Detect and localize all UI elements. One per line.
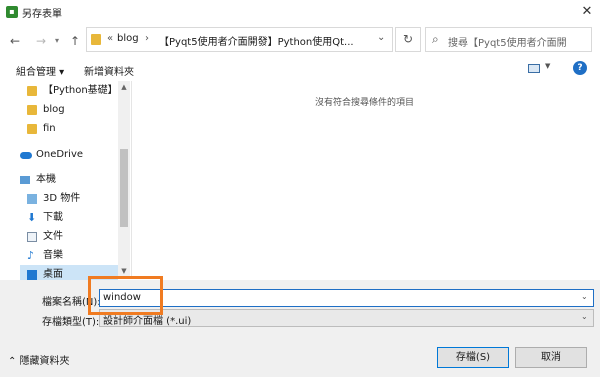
- refresh-button[interactable]: ↻: [395, 27, 421, 52]
- folder-icon: [91, 34, 101, 45]
- forward-arrow-icon[interactable]: →: [33, 33, 49, 49]
- desktop-icon: [27, 270, 37, 280]
- cloud-icon: [20, 152, 32, 159]
- search-icon: ⌕: [432, 32, 439, 46]
- breadcrumb-separator-icon[interactable]: ›: [145, 33, 149, 44]
- filename-input[interactable]: window ⌄: [99, 289, 594, 307]
- breadcrumb-current[interactable]: 【Pyqt5使用者介面開發】Python使用Qt...: [159, 33, 354, 48]
- filetype-select[interactable]: 設計師介面檔 (*.ui) ⌄: [99, 309, 594, 327]
- scroll-down-icon[interactable]: ▼: [118, 267, 130, 275]
- computer-icon: [20, 176, 30, 184]
- recent-locations-chevron-icon[interactable]: ▾: [52, 33, 62, 49]
- chevron-down-icon[interactable]: ⌄: [581, 292, 588, 301]
- sidebar-item-label: 3D 物件: [43, 193, 81, 204]
- organize-button[interactable]: 組合管理 ▾: [16, 63, 64, 78]
- view-options-button[interactable]: ▼: [528, 62, 554, 76]
- scroll-up-icon[interactable]: ▲: [118, 83, 130, 91]
- file-list-pane[interactable]: 沒有符合搜尋條件的項目: [131, 81, 600, 279]
- music-icon: ♪: [27, 249, 35, 262]
- app-icon: ▪: [6, 6, 18, 18]
- empty-message: 沒有符合搜尋條件的項目: [315, 98, 415, 108]
- hide-folders-button[interactable]: ⌃ 隱藏資料夾: [8, 352, 70, 367]
- view-icon: [528, 64, 540, 73]
- sidebar-item-label: 下載: [43, 212, 63, 223]
- cube-icon: [27, 194, 37, 204]
- sidebar-item-label: 文件: [43, 231, 63, 242]
- search-placeholder: 搜尋【Pyqt5使用者介面開: [448, 38, 567, 49]
- back-arrow-icon[interactable]: ←: [7, 33, 23, 49]
- document-icon: [27, 232, 37, 242]
- overflow-chevron-icon[interactable]: «: [107, 33, 113, 44]
- sidebar-item-label: 【Python基礎】看: [43, 85, 128, 96]
- sidebar-item-label: 音樂: [43, 250, 63, 261]
- chevron-down-icon: ▼: [545, 62, 551, 70]
- new-folder-button[interactable]: 新增資料夾: [84, 63, 134, 78]
- filetype-label: 存檔類型(T):: [42, 317, 100, 328]
- up-arrow-icon[interactable]: ↑: [67, 33, 83, 49]
- address-dropdown-icon[interactable]: ⌄: [377, 32, 385, 43]
- help-icon[interactable]: ?: [573, 61, 587, 75]
- sidebar-item-label: fin: [43, 123, 56, 134]
- sidebar-item-label: OneDrive: [36, 149, 84, 160]
- folder-icon: [27, 105, 37, 115]
- folder-icon: [27, 86, 37, 96]
- address-bar[interactable]: « blog › 【Pyqt5使用者介面開發】Python使用Qt... ⌄: [86, 27, 393, 52]
- chevron-down-icon[interactable]: ⌄: [581, 312, 588, 321]
- breadcrumb-blog[interactable]: blog: [117, 33, 139, 44]
- download-icon: ⬇: [27, 211, 37, 224]
- cancel-button[interactable]: 取消: [515, 347, 587, 368]
- nav-scrollbar[interactable]: ▲ ▼: [118, 81, 130, 279]
- navigation-pane: 【Python基礎】看 blog fin OneDrive 本機 3D 物件 ⬇…: [0, 81, 130, 285]
- title-bar: ▪ 另存表單 ✕: [0, 0, 600, 24]
- close-button[interactable]: ✕: [574, 0, 600, 24]
- folder-icon: [27, 124, 37, 134]
- sidebar-item-label: blog: [43, 104, 65, 115]
- scroll-thumb[interactable]: [120, 149, 128, 227]
- window-title: 另存表單: [22, 9, 62, 20]
- annotation-highlight-box: [88, 276, 163, 315]
- search-input[interactable]: ⌕ 搜尋【Pyqt5使用者介面開: [425, 27, 592, 52]
- refresh-icon: ↻: [402, 32, 414, 46]
- save-button[interactable]: 存檔(S): [437, 347, 509, 368]
- sidebar-item-label: 本機: [36, 174, 56, 185]
